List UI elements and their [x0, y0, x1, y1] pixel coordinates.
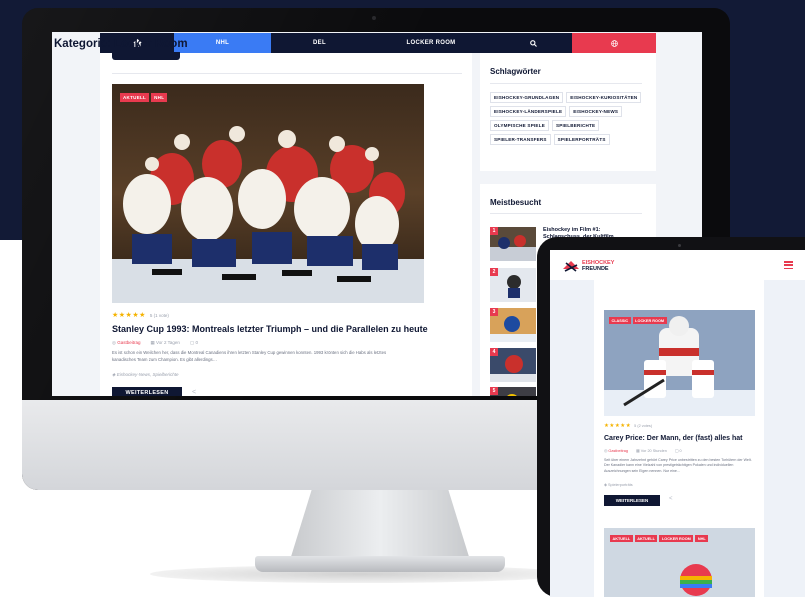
tag-icon: ◈: [112, 372, 116, 377]
tag-cloud: EISHOCKEY-GRUNDLAGEN EISHOCKEY-KURIOSITÄ…: [490, 92, 650, 145]
celebration-photo: [112, 84, 424, 303]
imac-foot: [255, 556, 505, 572]
brand-line-2: FREUNDE: [582, 266, 609, 272]
tablet-article-headline[interactable]: Carey Price: Der Mann, der (fast) alles …: [604, 435, 764, 442]
tags-title: Schlagwörter: [490, 67, 541, 76]
article-date: Vor 2 Tagen: [156, 340, 180, 345]
badge-classic[interactable]: CLASSIC: [609, 317, 631, 324]
tablet-article-image[interactable]: [604, 310, 755, 416]
rank-badge: 5: [490, 387, 498, 395]
imac-stand: [290, 490, 470, 560]
author-name[interactable]: Gastbeitrag: [608, 449, 628, 453]
badge-aktuell[interactable]: AKTUELL: [634, 535, 658, 542]
tag-chip[interactable]: SPIELERPORTRÄTS: [553, 134, 610, 145]
user-icon: ◎: [604, 449, 608, 453]
category-title: Kategorie: Locker Room: [54, 38, 188, 50]
badge-locker-room[interactable]: LOCKER ROOM: [632, 317, 667, 324]
imac-camera: [372, 16, 376, 20]
user-icon: ◎: [112, 340, 116, 345]
comments-meta[interactable]: ▢ 0: [190, 340, 198, 346]
date-meta: ▦ Vor 2 Tagen: [150, 340, 179, 346]
share-icon[interactable]: <: [669, 496, 673, 502]
article-badges: AKTUELL NHL: [120, 93, 168, 102]
comment-count: 0: [195, 340, 198, 345]
most-viewed-thumb[interactable]: 1: [490, 227, 536, 261]
most-viewed-thumb[interactable]: 2: [490, 268, 536, 302]
search-icon: [529, 39, 537, 47]
tag-chip[interactable]: EISHOCKEY-GRUNDLAGEN: [490, 92, 564, 103]
article-headline[interactable]: Stanley Cup 1993: Montreals letzter Triu…: [112, 324, 442, 334]
previous-read-more-button[interactable]: [112, 52, 180, 60]
nav-search[interactable]: [494, 33, 572, 53]
article-meta: ◎ Gastbeitrag ▦ Vor 2 Tagen ▢ 0: [112, 340, 198, 346]
tag-chip[interactable]: EISHOCKEY-LÄNDERSPIELE: [490, 106, 567, 117]
hamburger-menu-icon[interactable]: [784, 261, 793, 269]
article-date: Vor 20 Stunden: [640, 449, 667, 453]
comment-icon: ▢: [189, 340, 195, 345]
rank-badge: 1: [490, 227, 498, 235]
comment-icon: ▢: [674, 449, 679, 453]
most-viewed-thumb[interactable]: 4: [490, 348, 536, 382]
logo-icon[interactable]: [562, 259, 580, 273]
tablet-next-badges: AKTUELL AKTUELL LOCKER ROOM NHL: [610, 535, 709, 542]
article-tags: ◈ Eishockey-News, Spielberichte: [112, 372, 179, 378]
date-meta: ▦ Vor 20 Stunden: [636, 448, 667, 453]
tag-chip[interactable]: EISHOCKEY-NEWS: [569, 106, 623, 117]
most-viewed-title: Meistbesucht: [490, 198, 542, 207]
comment-count: 0: [679, 449, 682, 453]
rank-badge: 3: [490, 308, 498, 316]
rank-badge: 2: [490, 268, 498, 276]
tag-icon: ◈: [604, 483, 607, 487]
divider: [490, 213, 642, 214]
article-tag-list[interactable]: Eishockey-News, Spielberichte: [117, 372, 179, 377]
tablet-article-meta: ◎ Gastbeitrag ▦ Vor 20 Stunden ▢ 0: [604, 448, 682, 453]
nav-locker-room[interactable]: LOCKER ROOM: [368, 33, 494, 53]
nav-language[interactable]: [572, 33, 656, 53]
globe-icon: [610, 39, 618, 47]
tag-chip[interactable]: EISHOCKEY-KURIOSITÄTEN: [566, 92, 642, 103]
divider: [112, 73, 462, 74]
most-viewed-thumb[interactable]: 3: [490, 308, 536, 342]
most-viewed-thumb[interactable]: 5: [490, 387, 536, 396]
divider: [490, 83, 642, 84]
comments-meta[interactable]: ▢ 0: [675, 448, 682, 453]
calendar-icon: ▦: [636, 449, 640, 453]
goalie-photo: [604, 310, 755, 416]
author-meta[interactable]: ◎ Gastbeitrag: [604, 448, 628, 453]
article-hero-image[interactable]: [112, 84, 424, 303]
nav-del[interactable]: DEL: [271, 33, 368, 53]
read-more-button[interactable]: WEITERLESEN: [112, 387, 182, 396]
rating-stars[interactable]: ★★★★★: [604, 423, 631, 429]
tag-chip[interactable]: SPIELER-TRANSFERS: [490, 134, 551, 145]
badge-nhl[interactable]: NHL: [695, 535, 709, 542]
badge-nhl[interactable]: NHL: [151, 93, 168, 102]
calendar-icon: ▦: [150, 340, 155, 345]
badge-locker-room[interactable]: LOCKER ROOM: [659, 535, 694, 542]
rating-stars[interactable]: ★★★★★: [112, 311, 146, 319]
share-icon[interactable]: <: [192, 389, 196, 396]
tablet-header: EISHOCKEY FREUNDE: [550, 250, 805, 280]
tablet-camera: [678, 244, 681, 247]
badge-aktuell[interactable]: AKTUELL: [610, 535, 633, 542]
rating-text: 5 (1 vote): [149, 312, 169, 318]
article-excerpt: Es ist schon ein Weilchen her, dass die …: [112, 350, 387, 362]
article-rating[interactable]: ★★★★★ 5 (1 vote): [112, 311, 169, 319]
tablet-article-badges: CLASSIC LOCKER ROOM: [609, 317, 667, 324]
tablet-tag-list[interactable]: Spielerporträts: [608, 483, 633, 487]
brand-name[interactable]: EISHOCKEY FREUNDE: [582, 260, 614, 272]
tablet-rating[interactable]: ★★★★★ 5 (2 votes): [604, 423, 652, 429]
badge-aktuell[interactable]: AKTUELL: [120, 93, 150, 102]
tablet-article-excerpt: Seit über einem Jahrzehnt gehört Carey P…: [604, 458, 752, 473]
author-meta[interactable]: ◎ Gastbeitrag: [112, 340, 140, 346]
rating-text: 5 (2 votes): [634, 424, 653, 428]
nav-nhl[interactable]: NHL: [174, 33, 271, 53]
tablet-article-tags: ◈ Spielerporträts: [604, 482, 633, 487]
rank-badge: 4: [490, 348, 498, 356]
tag-chip[interactable]: SPIELBERICHTE: [551, 120, 600, 131]
tag-chip[interactable]: OLYMPISCHE SPIELE: [490, 120, 549, 131]
author-name[interactable]: Gastbeitrag: [117, 340, 140, 345]
tablet-read-more-button[interactable]: WEITERLESEN: [604, 495, 660, 506]
